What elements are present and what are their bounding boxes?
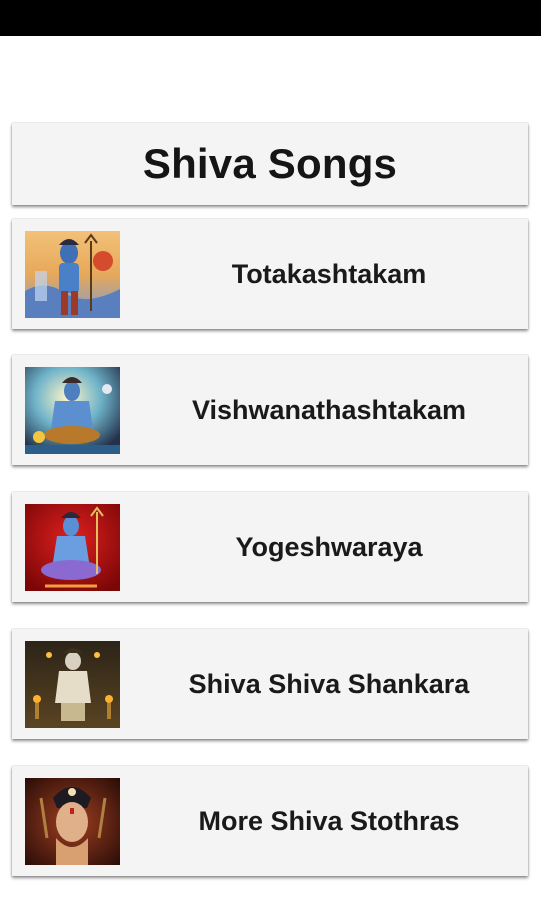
shiva-red-background-image	[25, 504, 120, 591]
status-bar	[0, 0, 541, 36]
song-item-more-shiva-stothras[interactable]: More Shiva Stothras	[12, 766, 528, 876]
title-card: Shiva Songs	[12, 123, 528, 205]
shiva-face-image	[25, 778, 120, 865]
song-item-totakashtakam[interactable]: Totakashtakam	[12, 219, 528, 329]
song-item-shiva-shiva-shankara[interactable]: Shiva Shiva Shankara	[12, 629, 528, 739]
shiva-meditating-image	[25, 367, 120, 454]
shiva-standing-image	[25, 231, 120, 318]
shiva-lamps-image	[25, 641, 120, 728]
song-title: Vishwanathashtakam	[191, 394, 467, 425]
song-title: Totakashtakam	[231, 258, 427, 289]
song-item-yogeshwaraya[interactable]: Yogeshwaraya	[12, 492, 528, 602]
song-title: Shiva Shiva Shankara	[188, 668, 470, 699]
song-title: Yogeshwaraya	[235, 531, 423, 562]
page-title: Shiva Songs	[142, 140, 398, 187]
song-item-vishwanathashtakam[interactable]: Vishwanathashtakam	[12, 355, 528, 465]
song-title: More Shiva Stothras	[198, 805, 460, 836]
